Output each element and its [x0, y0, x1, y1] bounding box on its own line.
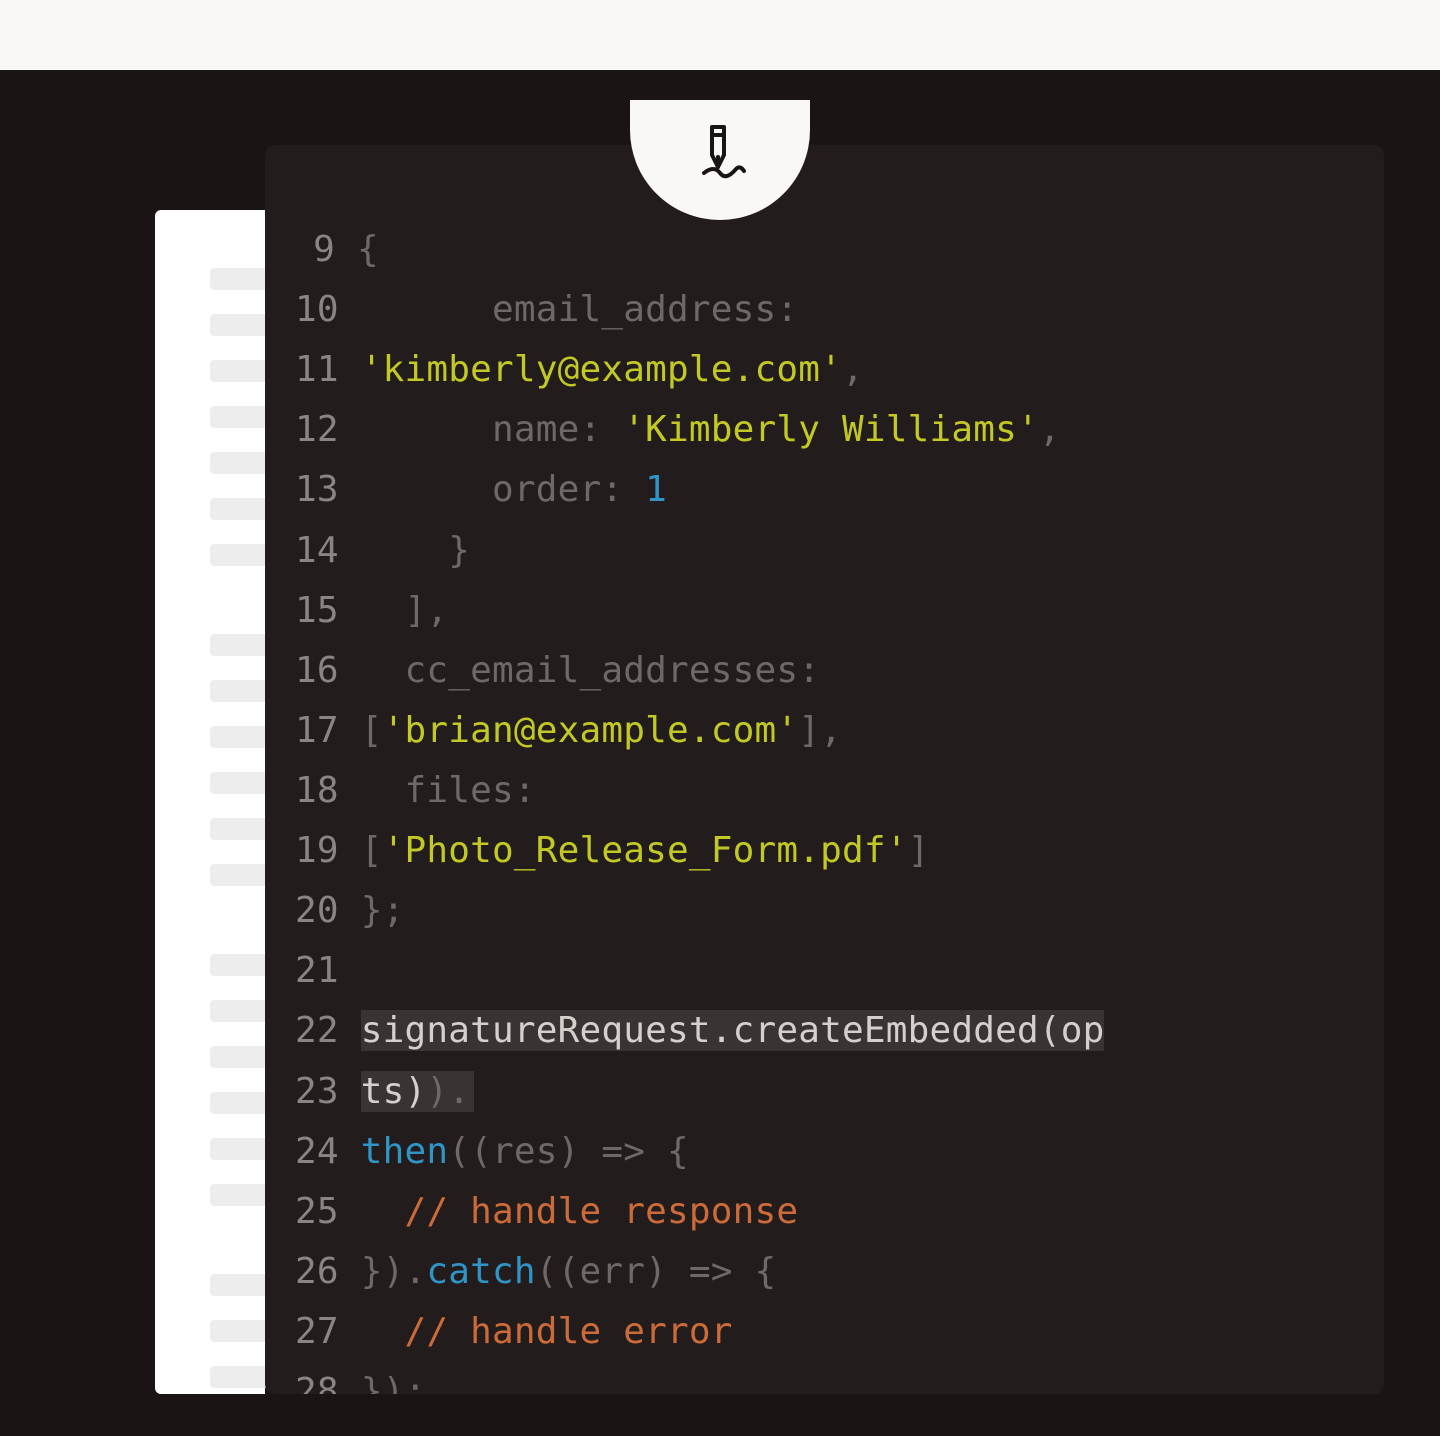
- code-content[interactable]: });: [361, 1362, 1384, 1394]
- code-line[interactable]: 26}).catch((err) => {: [295, 1242, 1384, 1302]
- code-content[interactable]: };: [361, 881, 1384, 941]
- code-token: }: [361, 530, 470, 571]
- code-content[interactable]: [361, 941, 1384, 1001]
- code-line[interactable]: 21: [295, 941, 1384, 1001]
- code-token: 'Kimberly Williams': [623, 409, 1039, 450]
- line-number: 28: [295, 1362, 361, 1394]
- code-line[interactable]: 20};: [295, 881, 1384, 941]
- code-line[interactable]: 28});: [295, 1362, 1384, 1394]
- code-token: }).: [361, 1251, 427, 1292]
- document-preview: [155, 210, 265, 1394]
- code-content[interactable]: ['brian@example.com'],: [361, 701, 1384, 761]
- line-number: 16: [295, 641, 361, 701]
- line-number: 26: [295, 1242, 361, 1302]
- code-token: ts): [361, 1071, 427, 1112]
- code-token: ,: [842, 349, 864, 390]
- line-number: 27: [295, 1302, 361, 1362]
- code-token: order:: [361, 469, 645, 510]
- line-number: 17: [295, 701, 361, 761]
- line-number: 22: [295, 1001, 361, 1061]
- code-token: // handle response: [361, 1191, 798, 1232]
- code-content[interactable]: signatureRequest.createEmbedded(op: [361, 1001, 1384, 1061]
- line-number: 11: [295, 340, 361, 400]
- code-content[interactable]: ts)).: [361, 1062, 1384, 1122]
- code-line[interactable]: 19['Photo_Release_Form.pdf']: [295, 821, 1384, 881]
- code-content[interactable]: }: [361, 521, 1384, 581]
- code-content[interactable]: 'kimberly@example.com',: [361, 340, 1384, 400]
- code-content[interactable]: email_address:: [361, 280, 1384, 340]
- code-line[interactable]: 22signatureRequest.createEmbedded(op: [295, 1001, 1384, 1061]
- code-token: 'brian@example.com': [383, 710, 799, 751]
- code-content[interactable]: cc_email_addresses:: [361, 641, 1384, 701]
- code-token: ((res) => {: [448, 1131, 689, 1172]
- code-line[interactable]: 9{: [295, 220, 1384, 280]
- main-container: 9{10 email_address:11'kimberly@example.c…: [0, 70, 1440, 1436]
- line-number: 13: [295, 460, 361, 520]
- code-token: 1: [645, 469, 667, 510]
- code-token: name:: [361, 409, 624, 450]
- code-token: [: [361, 710, 383, 751]
- code-line[interactable]: 16 cc_email_addresses:: [295, 641, 1384, 701]
- line-number: 15: [295, 581, 361, 641]
- line-number: 10: [295, 280, 361, 340]
- code-token: ],: [798, 710, 842, 751]
- code-content[interactable]: }).catch((err) => {: [361, 1242, 1384, 1302]
- code-token: });: [361, 1371, 427, 1394]
- code-token: signatureRequest.createEmbedded(op: [361, 1010, 1105, 1051]
- pen-signature-icon: [688, 119, 752, 183]
- code-line[interactable]: 27 // handle error: [295, 1302, 1384, 1362]
- line-number: 12: [295, 400, 361, 460]
- line-number: 19: [295, 821, 361, 881]
- line-number: 24: [295, 1122, 361, 1182]
- code-token: 'Photo_Release_Form.pdf': [383, 830, 908, 871]
- line-number: 20: [295, 881, 361, 941]
- code-token: 'kimberly@example.com': [361, 349, 842, 390]
- code-token: catch: [426, 1251, 535, 1292]
- code-content[interactable]: // handle error: [361, 1302, 1384, 1362]
- code-line[interactable]: 17['brian@example.com'],: [295, 701, 1384, 761]
- code-content[interactable]: ['Photo_Release_Form.pdf']: [361, 821, 1384, 881]
- code-token: ,: [1039, 409, 1061, 450]
- code-content[interactable]: order: 1: [361, 460, 1384, 520]
- line-number: 25: [295, 1182, 361, 1242]
- line-number: 23: [295, 1062, 361, 1122]
- line-number: 9: [295, 220, 357, 280]
- code-editor[interactable]: 9{10 email_address:11'kimberly@example.c…: [265, 145, 1384, 1394]
- code-token: email_address:: [361, 289, 798, 330]
- code-line[interactable]: 11'kimberly@example.com',: [295, 340, 1384, 400]
- code-token: ],: [361, 590, 449, 631]
- code-content[interactable]: // handle response: [361, 1182, 1384, 1242]
- code-content[interactable]: ],: [361, 581, 1384, 641]
- code-content[interactable]: {: [357, 220, 1384, 280]
- code-line[interactable]: 10 email_address:: [295, 280, 1384, 340]
- code-token: [: [361, 830, 383, 871]
- code-token: then: [361, 1131, 449, 1172]
- code-line[interactable]: 14 }: [295, 521, 1384, 581]
- code-content[interactable]: files:: [361, 761, 1384, 821]
- code-line[interactable]: 12 name: 'Kimberly Williams',: [295, 400, 1384, 460]
- code-line[interactable]: 25 // handle response: [295, 1182, 1384, 1242]
- code-token: files:: [361, 770, 536, 811]
- line-number: 14: [295, 521, 361, 581]
- code-content[interactable]: then((res) => {: [361, 1122, 1384, 1182]
- code-line[interactable]: 15 ],: [295, 581, 1384, 641]
- top-bar: [0, 0, 1440, 70]
- code-token: {: [357, 229, 379, 270]
- code-token: ).: [426, 1071, 474, 1112]
- code-token: ((err) => {: [536, 1251, 777, 1292]
- code-line[interactable]: 18 files:: [295, 761, 1384, 821]
- code-line[interactable]: 24then((res) => {: [295, 1122, 1384, 1182]
- line-number: 21: [295, 941, 361, 1001]
- code-line[interactable]: 13 order: 1: [295, 460, 1384, 520]
- code-line[interactable]: 23ts)).: [295, 1062, 1384, 1122]
- line-number: 18: [295, 761, 361, 821]
- code-content[interactable]: name: 'Kimberly Williams',: [361, 400, 1384, 460]
- code-token: [361, 950, 383, 991]
- code-token: ]: [908, 830, 930, 871]
- code-token: cc_email_addresses:: [361, 650, 820, 691]
- code-token: // handle error: [361, 1311, 733, 1352]
- code-token: };: [361, 890, 405, 931]
